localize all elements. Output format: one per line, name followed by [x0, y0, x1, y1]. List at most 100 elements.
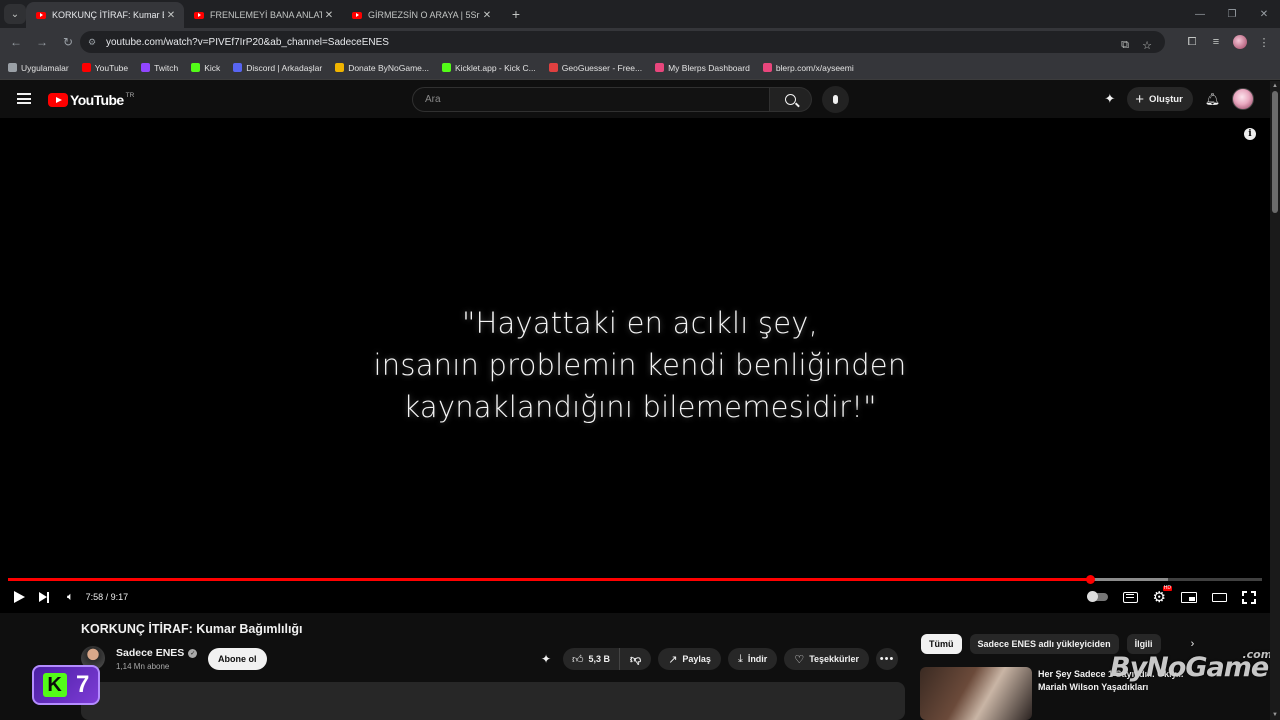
site-info-icon[interactable]: ⚙ [88, 37, 100, 48]
bookmark-favicon-icon [548, 63, 558, 72]
browser-tab-3[interactable]: GİRMEZSİN O ARAYA | 5Sriders ✕ [342, 2, 500, 28]
quote-line: insanın problemin kendi benliğinden [373, 348, 907, 382]
chip-from-uploader[interactable]: Sadece ENES adlı yükleyiciden [969, 634, 1119, 654]
subtitles-icon[interactable] [1122, 591, 1138, 603]
close-window-icon[interactable]: ✕ [1248, 0, 1280, 28]
fullscreen-icon[interactable] [1242, 590, 1256, 604]
scroll-up-icon[interactable]: ▲ [1271, 82, 1279, 90]
video-frame-quote: "Hayattaki en acıklı şey, insanın proble… [0, 302, 1280, 428]
share-button[interactable]: ↗ Paylaş [658, 648, 721, 670]
restore-icon[interactable]: ❐ [1216, 0, 1248, 28]
search-button[interactable] [770, 87, 812, 112]
download-icon: ⤓ [737, 652, 743, 665]
hamburger-menu-icon[interactable] [17, 93, 31, 104]
chip-related[interactable]: İlgili [1126, 634, 1161, 654]
like-button[interactable]: 👍︎ 5,3 B [563, 648, 621, 670]
search-input[interactable]: Ara [412, 87, 770, 112]
youtube-logo[interactable]: YouTube TR [48, 92, 134, 108]
notifications-bell-icon[interactable]: 🔔︎ [1205, 92, 1220, 106]
back-arrow-icon[interactable]: ← [4, 30, 28, 54]
premium-gem-icon[interactable]: ✦ [1104, 91, 1115, 107]
create-button[interactable]: + Oluştur [1127, 87, 1193, 111]
youtube-favicon-icon [36, 11, 46, 19]
scrubber-knob[interactable] [1086, 575, 1096, 584]
download-button[interactable]: ⤓ İndir [727, 648, 778, 670]
bookmark-item[interactable]: My Blerps Dashboard [655, 63, 750, 73]
bookmark-label: My Blerps Dashboard [668, 62, 750, 73]
bookmark-item[interactable]: blerp.com/x/ayseemi [762, 62, 854, 73]
autoplay-toggle[interactable] [1086, 591, 1108, 602]
chip-all[interactable]: Tümü [921, 634, 962, 654]
browser-tab-1[interactable]: KORKUNÇ İTİRAF: Kumar Bağımlılığı ✕ [26, 2, 184, 28]
tab-title: KORKUNÇ İTİRAF: Kumar Bağımlılığı [52, 10, 164, 20]
info-icon[interactable]: i [1244, 128, 1256, 140]
plus-icon: + [1135, 90, 1144, 108]
bookmark-item[interactable]: GeoGuesser - Free... [548, 62, 643, 73]
bookmark-item[interactable]: YouTube [81, 63, 128, 73]
close-tab-icon[interactable]: ✕ [164, 10, 178, 21]
verified-check-icon: ✓ [188, 648, 198, 658]
description-box[interactable] [81, 682, 905, 720]
bookmark-item[interactable]: Twitch [141, 63, 178, 73]
minimize-icon[interactable]: — [1184, 0, 1216, 28]
subscribe-button[interactable]: Abone ol [208, 648, 267, 670]
account-avatar[interactable] [1232, 88, 1254, 110]
scrollbar-thumb[interactable] [1272, 91, 1278, 213]
forward-arrow-icon[interactable]: → [30, 30, 54, 54]
new-tab-button[interactable]: + [506, 6, 526, 22]
browser-tab-2[interactable]: FRENLEMEYİ BANA ANLAT | 5Sriders ✕ [184, 2, 342, 28]
scroll-down-icon[interactable]: ▼ [1271, 711, 1279, 719]
search-icon [785, 94, 796, 105]
profile-avatar-icon[interactable] [1230, 32, 1250, 52]
like-count: 5,3 B [588, 654, 611, 664]
bookmark-label: GeoGuesser - Free... [561, 62, 643, 73]
extensions-icon[interactable]: ⧠ [1182, 32, 1202, 52]
bookmark-item[interactable]: Donate ByNoGame... [335, 63, 429, 73]
share-arrow-icon: ↗ [668, 653, 678, 666]
reload-icon[interactable]: ↻ [56, 30, 80, 54]
recommendation-thumbnail[interactable] [920, 667, 1032, 720]
close-tab-icon[interactable]: ✕ [480, 10, 494, 21]
miniplayer-icon[interactable] [1181, 591, 1197, 603]
url-text: youtube.com/watch?v=PIVEf7IrP20&ab_chann… [106, 36, 389, 48]
bookmark-favicon-icon [762, 63, 772, 72]
settings-gear-icon[interactable]: ⚙ HD [1153, 585, 1172, 605]
thanks-button[interactable]: ♡ Teşekkürler [784, 648, 870, 670]
browser-menu-icon[interactable]: ⋮ [1254, 32, 1274, 52]
progress-bar[interactable] [8, 575, 1262, 584]
volume-icon[interactable]: 🔈︎ [67, 591, 74, 604]
thumbs-down-icon: 👎︎ [630, 653, 642, 666]
media-control-icon[interactable]: ≡ [1206, 32, 1226, 52]
bookmark-item[interactable]: Uygulamalar [8, 63, 69, 73]
bookmark-label: Twitch [154, 62, 179, 73]
cast-icon[interactable]: ⧉ [1115, 35, 1135, 55]
quote-line: "Hayattaki en acıklı şey, [461, 306, 819, 340]
bookmark-item[interactable]: Discord | Arkadaşlar [233, 63, 322, 73]
thumbs-up-icon: 👍︎ [572, 653, 584, 666]
premium-gem-icon[interactable]: ✦ [536, 652, 556, 666]
bookmark-star-icon[interactable]: ☆ [1137, 35, 1157, 55]
next-video-icon[interactable] [39, 591, 49, 603]
tab-search-chevron-icon[interactable]: ⌄ [4, 4, 26, 24]
browser-tab-bar: ⌄ KORKUNÇ İTİRAF: Kumar Bağımlılığı ✕ FR… [0, 0, 1280, 28]
bookmark-label: blerp.com/x/ayseemi [775, 62, 854, 73]
bynogame-watermark: ByNoGame .com [1110, 648, 1272, 683]
address-bar[interactable]: ⚙ youtube.com/watch?v=PIVEf7IrP20&ab_cha… [80, 31, 1165, 53]
channel-name[interactable]: Sadece ENES ✓ [116, 647, 198, 659]
close-tab-icon[interactable]: ✕ [322, 10, 336, 21]
chevron-right-icon[interactable]: › [1191, 638, 1195, 650]
tab-title: GİRMEZSİN O ARAYA | 5Sriders [368, 10, 480, 20]
bookmark-label: Donate ByNoGame... [348, 62, 429, 73]
video-player[interactable]: i "Hayattaki en acıklı şey, insanın prob… [0, 118, 1270, 613]
bookmark-item[interactable]: Kicklet.app - Kick C... [441, 62, 536, 73]
tab-title: FRENLEMEYİ BANA ANLAT | 5Sriders [210, 10, 322, 20]
theater-mode-icon[interactable] [1212, 592, 1227, 602]
play-icon[interactable] [14, 591, 25, 603]
page-scrollbar[interactable]: ▲ ▼ [1270, 81, 1280, 720]
bookmark-label: Kicklet.app - Kick C... [454, 62, 536, 73]
voice-search-button[interactable] [822, 86, 849, 113]
more-actions-button[interactable]: ••• [876, 648, 899, 670]
bookmark-label: Kick [204, 62, 221, 73]
bookmark-item[interactable]: Kick [191, 63, 220, 73]
dislike-button[interactable]: 👎︎ [620, 653, 651, 666]
